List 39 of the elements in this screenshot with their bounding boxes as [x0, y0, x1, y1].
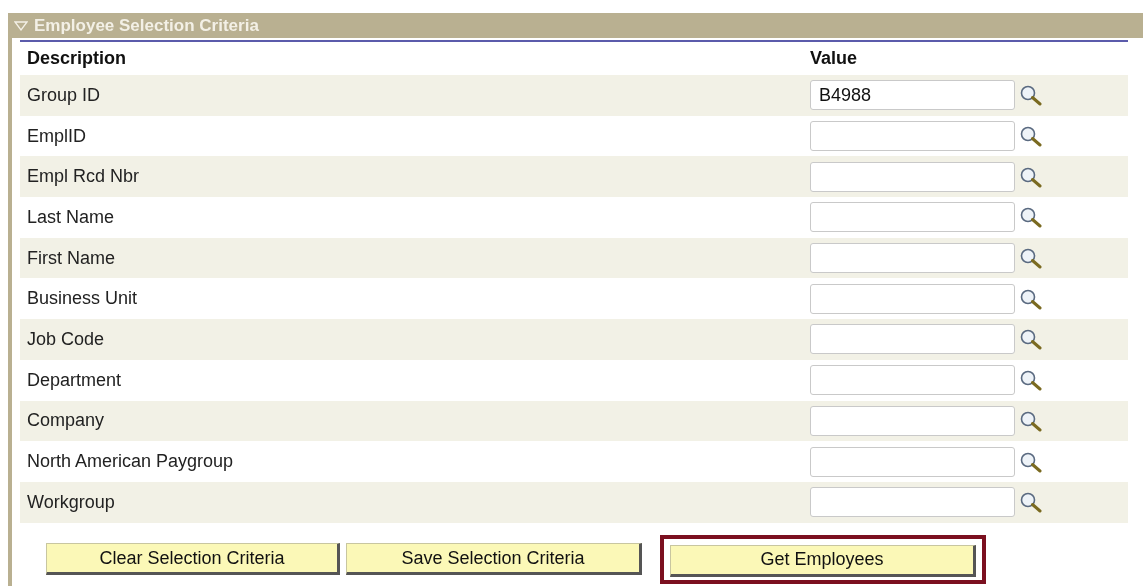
column-header: Description	[27, 48, 127, 68]
search-icon[interactable]	[1019, 450, 1043, 473]
field-label: Last Name	[27, 206, 115, 227]
input-field[interactable]	[810, 283, 1015, 314]
field-label: North American Paygroup	[27, 451, 234, 472]
input-field[interactable]: B4988	[810, 80, 1015, 111]
field-label: Group ID	[27, 84, 101, 105]
column-header: Value	[810, 47, 858, 70]
search-icon[interactable]	[1019, 491, 1043, 514]
search-icon[interactable]	[1019, 247, 1043, 270]
action-button[interactable]: Get Employees	[670, 544, 976, 577]
section-title: Employee Selection Criteria	[34, 17, 259, 34]
search-icon[interactable]	[1019, 287, 1043, 310]
search-icon[interactable]	[1019, 125, 1043, 148]
field-label: Business Unit	[27, 288, 138, 309]
input-field[interactable]	[810, 243, 1015, 274]
field-label: First Name	[27, 247, 115, 268]
input-field[interactable]	[810, 161, 1015, 192]
input-field[interactable]	[810, 121, 1015, 152]
search-icon[interactable]	[1019, 409, 1043, 432]
input-field[interactable]	[810, 324, 1015, 355]
field-label: EmplID	[27, 125, 86, 146]
field-label: Department	[27, 369, 122, 390]
field-label: Job Code	[27, 328, 105, 349]
search-icon[interactable]	[1019, 328, 1043, 351]
action-button[interactable]: Clear Selection Criteria	[46, 543, 340, 576]
field-label: Company	[27, 410, 105, 431]
input-field[interactable]	[810, 446, 1015, 477]
search-icon[interactable]	[1019, 369, 1043, 392]
input-field[interactable]	[810, 405, 1015, 436]
search-icon[interactable]	[1019, 84, 1043, 107]
input-field[interactable]	[810, 202, 1015, 233]
input-field[interactable]	[810, 365, 1015, 396]
action-button[interactable]: Save Selection Criteria	[346, 543, 642, 576]
field-label: Empl Rcd Nbr	[27, 166, 140, 187]
field-label: Workgroup	[27, 491, 115, 512]
search-icon[interactable]	[1019, 165, 1043, 188]
search-icon[interactable]	[1019, 206, 1043, 229]
input-field[interactable]	[810, 487, 1015, 518]
